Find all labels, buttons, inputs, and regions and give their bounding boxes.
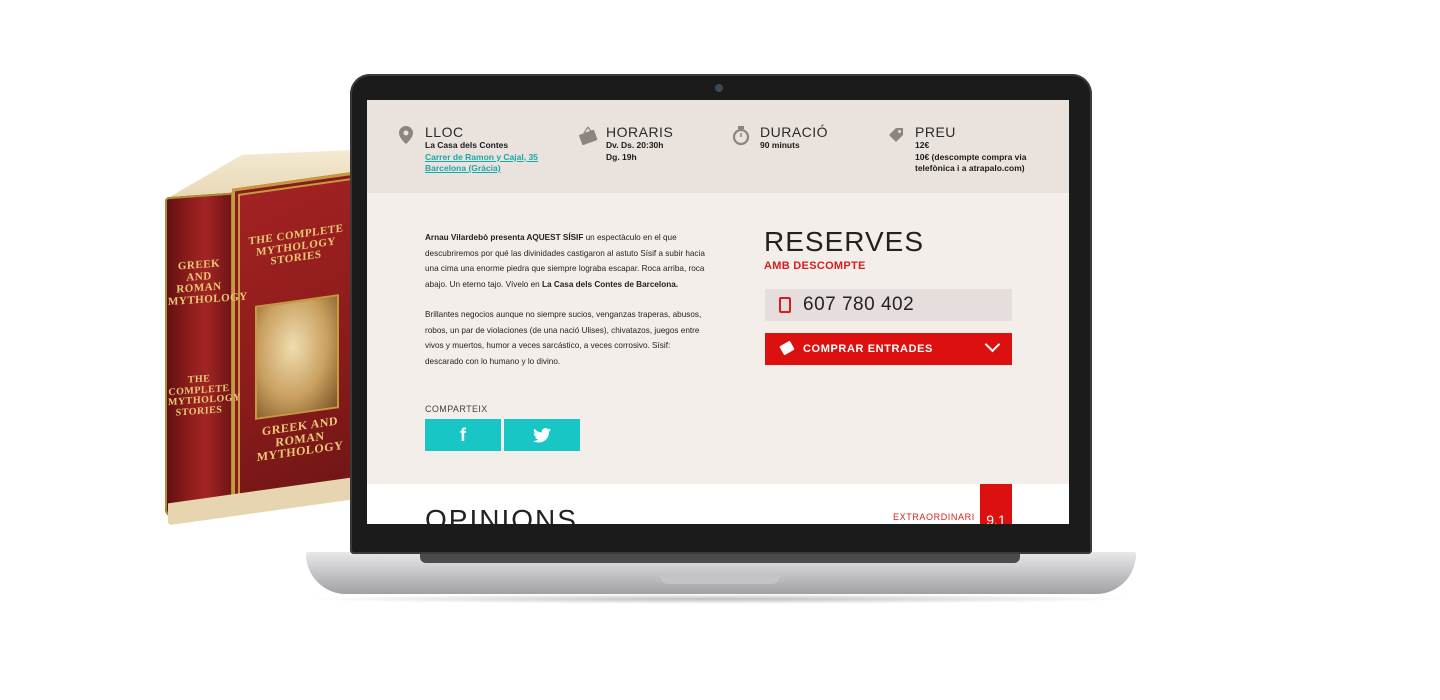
description-paragraph-1: Arnau Vilardebò presenta AQUEST SÍSIF un… [425, 230, 705, 292]
info-duracio: DURACIÓ 90 minuts [732, 124, 829, 152]
district-link[interactable]: Barcelona (Gràcia) [425, 163, 538, 175]
info-label: PREU [915, 124, 956, 140]
book-spine [165, 192, 233, 518]
venue-highlight: La Casa dels Contes de Barcelona. [541, 279, 679, 289]
laptop-notch [660, 575, 780, 584]
phone-box[interactable]: 607 780 402 [765, 289, 1012, 321]
location-pin-icon [397, 126, 415, 146]
open-sign-icon [578, 126, 598, 146]
book-cover-illustration [255, 294, 339, 420]
address-link[interactable]: Carrer de Ramon y Cajal, 35 [425, 152, 538, 164]
schedule-sunday: Dg. 19h [606, 151, 637, 162]
duration-value: 90 minuts [760, 140, 800, 150]
rating-score: 9,1 [980, 484, 1012, 524]
show-description: Arnau Vilardebò presenta AQUEST SÍSIF un… [425, 230, 705, 384]
mythology-book: Greek and Roman Mythology The Complete M… [160, 150, 360, 526]
buy-tickets-button[interactable]: COMPRAR ENTRADES [765, 333, 1012, 365]
facebook-icon: f [460, 424, 466, 445]
price-discount: 10€ (descompte compra via [915, 151, 1027, 162]
info-label: HORARIS [606, 124, 674, 140]
price-discount-note: telefònica i a atrapalo.com) [915, 163, 1025, 173]
schedule-weekdays: Dv. Ds. 20:30h [606, 140, 664, 150]
reserves-title: RESERVES [764, 226, 924, 257]
opinions-title: OPINIONS [425, 504, 578, 524]
info-lloc: LLOC La Casa dels Contes Carrer de Ramon… [399, 124, 538, 175]
info-horaris: HORARIS Dv. Ds. 20:30h Dg. 19h [579, 124, 674, 163]
phone-number: 607 780 402 [803, 294, 915, 315]
info-label: LLOC [425, 124, 464, 140]
venue-name: La Casa dels Contes [425, 140, 509, 150]
laptop-screen: LLOC La Casa dels Contes Carrer de Ramon… [367, 100, 1069, 524]
show-title: Arnau Vilardebò presenta AQUEST SÍSIF [425, 233, 584, 242]
camera-icon [715, 84, 723, 92]
buy-tickets-label: COMPRAR ENTRADES [803, 343, 933, 355]
twitter-icon [533, 427, 551, 443]
laptop-shadow [300, 594, 1140, 604]
stopwatch-icon [732, 126, 750, 146]
price-tag-icon [887, 126, 905, 146]
chevron-down-icon [984, 336, 1001, 353]
laptop-hinge [420, 553, 1020, 563]
twitter-share-button[interactable] [504, 419, 580, 451]
ticket-icon [779, 340, 795, 356]
phone-icon [779, 297, 791, 313]
info-label: DURACIÓ [760, 124, 829, 140]
facebook-share-button[interactable]: f [425, 419, 501, 451]
book-spine-title: Greek and Roman Mythology [168, 257, 248, 308]
price-value: 12€ [915, 140, 930, 150]
info-preu: PREU 12€ 10€ (descompte compra via telef… [889, 124, 1027, 175]
description-paragraph-2: Brillantes negocios aunque no siempre su… [425, 310, 702, 366]
rating-label: EXTRAORDINARI [893, 512, 975, 522]
book-spine-subtitle: The Complete Mythology Stories [168, 373, 241, 419]
reserves-subtitle: AMB DESCOMPTE [764, 260, 866, 272]
share-label: COMPARTEIX [425, 404, 488, 414]
